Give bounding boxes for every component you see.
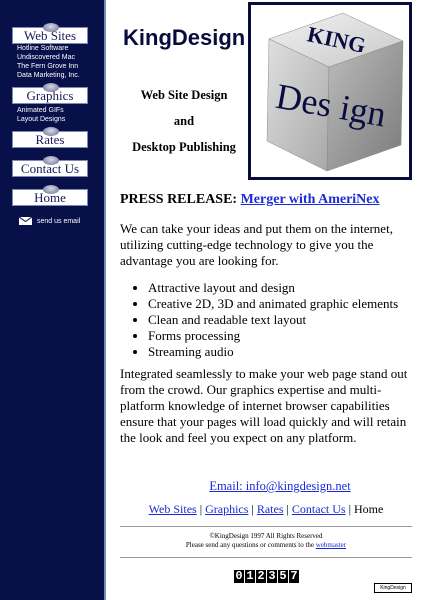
nav-button-rates[interactable]: Rates [12, 127, 88, 148]
list-item[interactable]: Data Marketing, Inc. [17, 71, 80, 80]
footer-link-web-sites[interactable]: Web Sites [149, 502, 197, 516]
footer-home-current: Home [354, 502, 384, 516]
copyright: ©KingDesign 1997 All Rights Reserved Ple… [120, 532, 412, 550]
email-line: Email: info@kingdesign.net [120, 479, 433, 494]
list-item[interactable]: Animated GIFs [17, 106, 65, 115]
list-item: Clean and readable text layout [148, 312, 398, 328]
nav-button-label: Home [34, 190, 66, 205]
nav-button-graphics[interactable]: Graphics [12, 83, 88, 104]
list-item: Creative 2D, 3D and animated graphic ele… [148, 296, 398, 312]
counter-digit: 1 [245, 569, 255, 583]
separator: | [251, 502, 254, 516]
tagline-line-1: Web Site Design [140, 88, 228, 102]
list-item: Attractive layout and design [148, 280, 398, 296]
separator: | [199, 502, 203, 516]
divider [120, 557, 412, 558]
closing-paragraph: Integrated seamlessly to make your web p… [120, 366, 408, 445]
counter-digit: 2 [256, 569, 266, 583]
email-link[interactable]: Email: info@kingdesign.net [209, 479, 350, 493]
separator: | [348, 502, 351, 516]
press-release-label: PRESS RELEASE: [120, 192, 238, 207]
features-list: Attractive layout and design Creative 2D… [120, 280, 398, 360]
nav-button-web-sites[interactable]: Web Sites [12, 23, 88, 44]
hit-counter: 0 1 2 3 5 7 [234, 570, 299, 583]
list-item: Forms processing [148, 328, 398, 344]
list-item[interactable]: Hotline Software [17, 44, 80, 53]
footer-link-contact-us[interactable]: Contact Us [292, 502, 346, 516]
sidebar: Web Sites Hotline Software Undiscovered … [0, 0, 106, 600]
press-release: PRESS RELEASE: Merger with AmeriNex [120, 192, 380, 208]
nav-button-label: Web Sites [23, 28, 77, 43]
kingdesign-badge[interactable]: KingDesign [374, 583, 412, 593]
copyright-text: ©KingDesign 1997 All Rights Reserved [209, 532, 323, 540]
counter-digit: 3 [267, 569, 277, 583]
separator: | [286, 502, 289, 516]
king-design-logo: KING Des ign [248, 2, 412, 180]
footer-link-graphics[interactable]: Graphics [205, 502, 248, 516]
counter-digit: 5 [278, 569, 288, 583]
footer-nav: Web Sites | Graphics | Rates | Contact U… [120, 502, 412, 517]
tagline-line-2: and [173, 114, 195, 128]
nav-button-label: Contact Us [20, 161, 80, 176]
brand-title: KingDesign [123, 25, 246, 50]
send-email-label: send us email [37, 217, 81, 225]
counter-digit: 0 [234, 569, 244, 583]
intro-paragraph: We can take your ideas and put them on t… [120, 221, 393, 268]
graphics-list: Animated GIFs Layout Designs [17, 106, 65, 124]
nav-button-contact-us[interactable]: Contact Us [12, 156, 88, 177]
counter-digit: 7 [289, 569, 299, 583]
footer-link-rates[interactable]: Rates [257, 502, 284, 516]
envelope-icon [19, 217, 32, 225]
list-item[interactable]: Layout Designs [17, 115, 65, 124]
list-item[interactable]: Undiscovered Mac [17, 53, 80, 62]
nav-button-label: Graphics [26, 88, 74, 103]
contact-note: Please send any questions or comments to… [120, 541, 412, 550]
send-email-link[interactable]: send us email [19, 217, 80, 225]
webmaster-link[interactable]: webmaster [316, 541, 346, 549]
nav-button-home[interactable]: Home [12, 185, 88, 206]
web-sites-list: Hotline Software Undiscovered Mac The Fe… [17, 44, 80, 80]
press-release-link[interactable]: Merger with AmeriNex [241, 192, 380, 207]
list-item: Streaming audio [148, 344, 398, 360]
nav-button-label: Rates [35, 132, 65, 147]
contact-text: Please send any questions or comments to… [185, 541, 315, 549]
tagline-line-3: Desktop Publishing [132, 140, 236, 154]
divider [120, 526, 412, 527]
list-item[interactable]: The Fern Grove Inn [17, 62, 80, 71]
